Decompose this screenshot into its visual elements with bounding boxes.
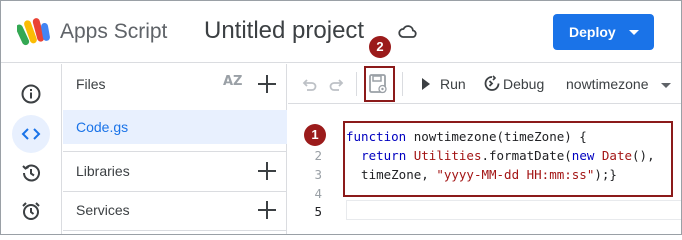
debug-label: Debug	[503, 76, 545, 92]
triggers-nav-button[interactable]	[12, 154, 50, 192]
code-highlight-box	[343, 121, 673, 197]
files-title: Files	[76, 76, 106, 92]
editor-toolbar: Run Debug nowtimezone	[288, 64, 681, 104]
history-icon	[22, 164, 40, 182]
step-badge-2: 2	[369, 36, 391, 58]
editor-nav-button[interactable]	[12, 115, 50, 153]
app-window: Apps Script Untitled project Deploy File…	[0, 0, 682, 235]
divider	[63, 230, 287, 231]
cloud-saved-icon	[398, 25, 417, 38]
function-select-value: nowtimezone	[566, 76, 649, 92]
apps-script-logo	[17, 18, 50, 46]
step-badge-1: 1	[304, 124, 326, 146]
line-number: 4	[314, 186, 322, 201]
services-label: Services	[76, 202, 130, 218]
save-highlight-box	[364, 66, 395, 102]
debug-icon	[484, 75, 500, 91]
run-label: Run	[440, 76, 466, 92]
executions-nav-button[interactable]	[12, 192, 50, 230]
overview-nav-button[interactable]	[12, 75, 50, 113]
left-nav-rail	[1, 64, 62, 234]
divider	[63, 191, 287, 192]
toolbar-divider	[402, 72, 403, 96]
file-name: Code.gs	[76, 119, 129, 135]
deploy-button[interactable]: Deploy	[553, 14, 654, 50]
sort-az-icon[interactable]: AZ	[223, 74, 243, 89]
alarm-icon	[22, 202, 40, 220]
play-icon	[422, 78, 430, 90]
top-bar: Apps Script Untitled project Deploy	[1, 1, 681, 63]
files-panel: Files AZ Code.gs Libraries Services	[63, 64, 287, 234]
undo-icon[interactable]	[300, 75, 318, 93]
deploy-label: Deploy	[569, 24, 616, 40]
current-line-highlight	[346, 200, 681, 220]
code-icon	[21, 128, 41, 140]
file-item-code-gs[interactable]: Code.gs	[63, 110, 287, 144]
divider	[63, 151, 287, 152]
info-icon	[21, 84, 41, 104]
toolbar-divider	[356, 72, 357, 96]
add-service-icon[interactable]	[258, 201, 276, 219]
files-header: Files AZ	[63, 64, 287, 106]
line-number: 5	[314, 204, 322, 219]
libraries-label: Libraries	[76, 163, 130, 179]
project-title[interactable]: Untitled project	[204, 17, 364, 45]
add-library-icon[interactable]	[258, 162, 276, 180]
add-file-icon[interactable]	[258, 75, 276, 93]
line-number: 2	[314, 148, 322, 163]
line-number: 3	[314, 167, 322, 182]
chevron-down-icon	[661, 83, 671, 88]
chevron-down-icon	[629, 30, 639, 35]
redo-icon[interactable]	[328, 75, 346, 93]
app-name: Apps Script	[60, 20, 168, 43]
